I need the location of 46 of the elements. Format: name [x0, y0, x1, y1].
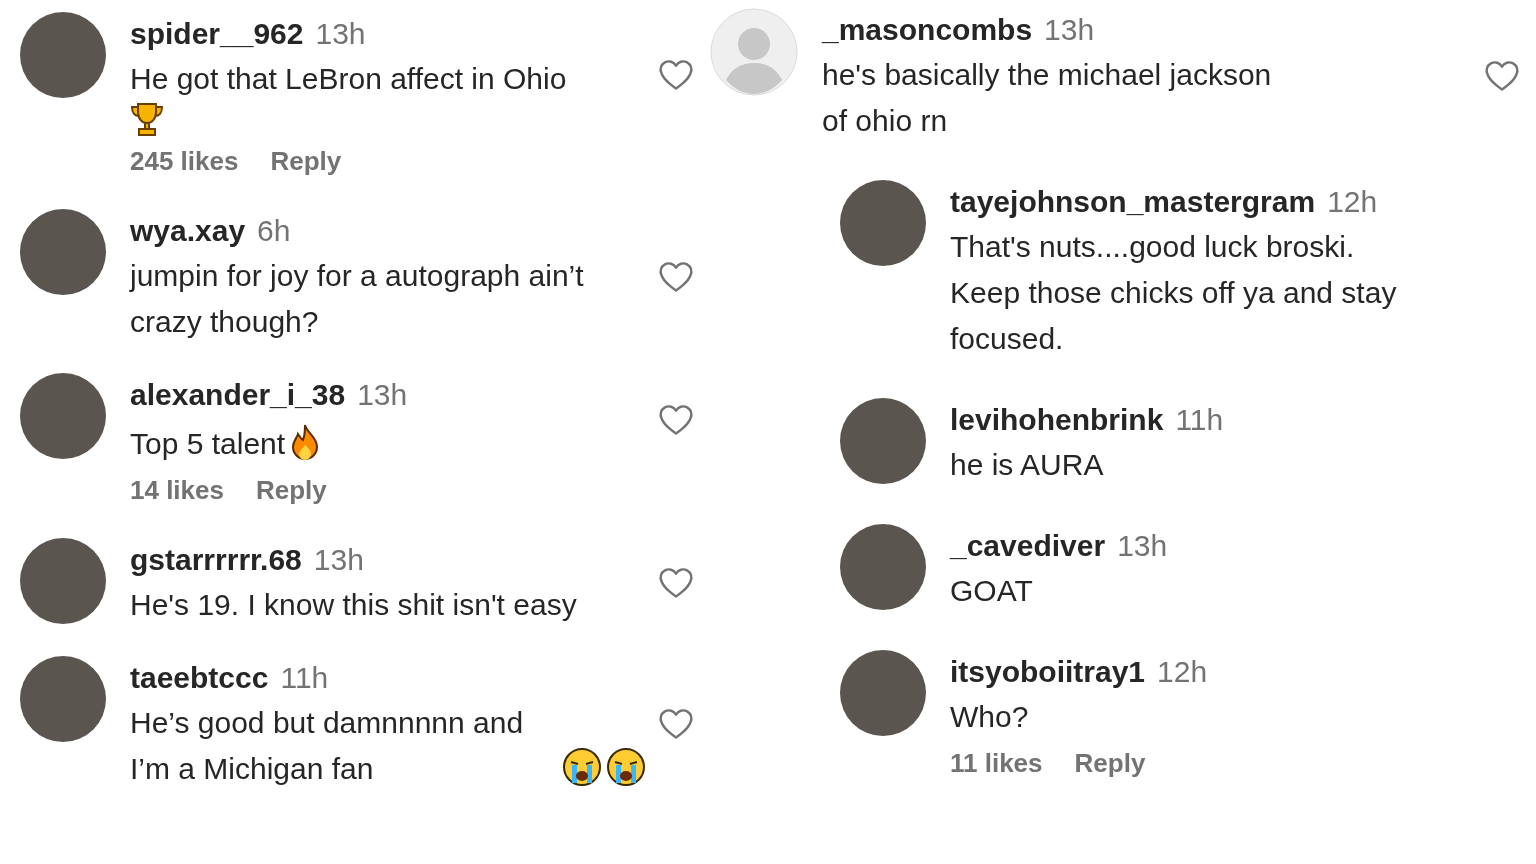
- comment-time: 13h: [1117, 528, 1168, 564]
- comment-time: 13h: [315, 16, 366, 52]
- heart-icon[interactable]: [658, 566, 694, 600]
- comment-text: He got that LeBron affect in Ohio: [130, 61, 567, 97]
- crying-face-icon: [606, 747, 646, 788]
- default-avatar-icon: [710, 8, 798, 96]
- comment-text: That's nuts....good luck broski. Keep those chicks off ya and stay focused.: [950, 229, 1398, 357]
- heart-icon[interactable]: [1484, 59, 1520, 93]
- username[interactable]: wya.xay: [130, 209, 246, 253]
- comment-time: 13h: [1044, 12, 1095, 48]
- comment-time: 6h: [257, 213, 291, 249]
- username[interactable]: gstarrrrrr.68: [130, 538, 302, 582]
- comment-text: GOAT: [950, 573, 1033, 609]
- comment-text: Who?: [950, 699, 1029, 735]
- likes-count[interactable]: 11 likes: [950, 744, 1043, 783]
- username[interactable]: tayejohnson_mastergram: [950, 180, 1316, 224]
- likes-count[interactable]: 14 likes: [130, 471, 224, 510]
- comment-time: 12h: [1327, 184, 1378, 220]
- username[interactable]: alexander_i_38: [130, 373, 346, 417]
- heart-icon[interactable]: [658, 403, 694, 437]
- comment-time: 11h: [280, 660, 329, 696]
- comment-text: He’s good but damnnnnn and I’m a Michigan fan: [130, 705, 525, 787]
- username[interactable]: taeebtccc: [130, 656, 269, 700]
- comment-time: 11h: [1175, 402, 1224, 438]
- username[interactable]: levihohenbrink: [950, 398, 1164, 442]
- comment-time: 13h: [313, 542, 364, 578]
- trophy-icon: [130, 102, 164, 138]
- username[interactable]: _cavediver: [950, 524, 1106, 568]
- comment-time: 13h: [357, 377, 408, 413]
- username[interactable]: spider__962: [130, 12, 304, 56]
- heart-icon[interactable]: [658, 58, 694, 92]
- username[interactable]: _masoncombs: [822, 8, 1033, 52]
- reply-link[interactable]: Reply: [270, 142, 342, 181]
- reply-link[interactable]: Reply: [256, 471, 327, 510]
- comment-time: 12h: [1157, 654, 1208, 690]
- comment-text: jumpin for joy for a autograph ain’t crazy though?: [130, 258, 585, 340]
- comment-text: he is AURA: [950, 447, 1104, 483]
- reply-link[interactable]: Reply: [1074, 744, 1146, 783]
- comment-text: He's 19. I know this shit isn't easy: [130, 587, 577, 623]
- heart-icon[interactable]: [658, 260, 694, 294]
- username[interactable]: itsyoboiitray1: [950, 650, 1146, 694]
- comment-text: he's basically the michael jackson of ohio rn: [822, 57, 1273, 139]
- comment-text: Top 5 talent: [130, 426, 286, 462]
- likes-count[interactable]: 245 likes: [130, 142, 239, 181]
- heart-icon[interactable]: [658, 707, 694, 741]
- crying-face-icon: [562, 747, 602, 788]
